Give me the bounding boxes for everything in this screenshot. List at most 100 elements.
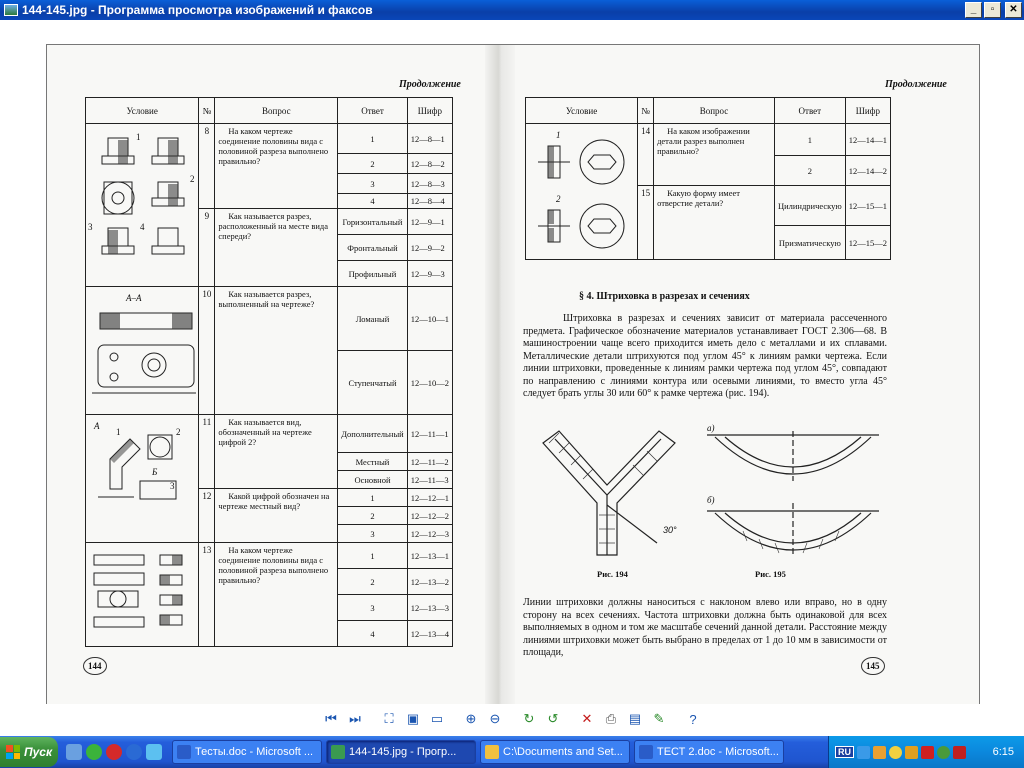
table-header: Условие № Вопрос Ответ Шифр — [524, 97, 892, 124]
rotate-cw-icon[interactable]: ↻ — [519, 709, 539, 729]
code-cell: 12—8—3 — [406, 173, 454, 194]
tray-app-icon[interactable] — [889, 745, 902, 759]
code-cell: 12—15—1 — [844, 185, 892, 226]
edit-icon[interactable]: ✎ — [649, 709, 669, 729]
answer-cell: 3 — [337, 524, 408, 543]
right-page: Продолжение Условие № Вопрос Ответ Шифр — [507, 45, 979, 719]
language-indicator[interactable]: RU — [835, 746, 854, 758]
code-cell: 12—8—2 — [406, 153, 454, 174]
answer-cell: Местный — [337, 452, 408, 471]
slideshow-icon[interactable]: ▭ — [427, 709, 447, 729]
opera-icon[interactable] — [106, 744, 122, 760]
section-title: § 4. Штриховка в разрезах и сечениях — [579, 291, 750, 302]
minimize-button[interactable]: _ — [965, 2, 982, 18]
browser-icon[interactable] — [66, 744, 82, 760]
antivirus-icon[interactable] — [921, 745, 934, 759]
figure-194 — [542, 430, 676, 556]
paragraph-text: Линии штриховки должны наноситься с накл… — [523, 597, 887, 658]
answer-cell: Призматическую — [773, 225, 846, 260]
question-text: На каком чертеже соединение половины вид… — [214, 123, 339, 209]
image-view-area[interactable]: Продолжение Условие № Вопрос Ответ Шифр — [0, 20, 1024, 720]
taskbar-item[interactable]: ТЕСТ 2.doc - Microsoft... — [634, 740, 784, 764]
best-fit-icon[interactable]: ⛶ — [379, 709, 399, 729]
question-text: Как называется разрез, расположенный на … — [214, 208, 339, 287]
figure-195a — [707, 431, 879, 481]
continuation-label: Продолжение — [885, 79, 947, 90]
taskbar-item[interactable]: 144-145.jpg - Прогр... — [326, 740, 476, 764]
sketch-number: 3 — [170, 481, 175, 491]
view-label: Б — [152, 467, 158, 477]
word-icon — [177, 745, 191, 759]
security-icon[interactable] — [953, 745, 966, 759]
tray-app-icon[interactable] — [905, 745, 918, 759]
sketch-number: 3 — [88, 222, 93, 232]
angle-label: 30° — [663, 525, 677, 535]
save-icon[interactable]: ▤ — [625, 709, 645, 729]
rotate-ccw-icon[interactable]: ↺ — [543, 709, 563, 729]
sketch-number: 2 — [556, 194, 561, 204]
questions-table: Условие № Вопрос Ответ Шифр 1 2 3 4 8 На… — [84, 97, 454, 647]
figure-caption: Рис. 195 — [755, 569, 786, 579]
question-text: Как называется разрез, выполненный на че… — [214, 286, 339, 415]
answer-cell: 3 — [337, 594, 408, 621]
code-cell: 12—9—2 — [406, 234, 454, 261]
code-cell: 12—11—1 — [406, 414, 454, 453]
print-icon[interactable]: ⎙ — [601, 709, 621, 729]
condition-cell: А–А — [84, 286, 200, 415]
left-page: Продолжение Условие № Вопрос Ответ Шифр — [47, 45, 492, 719]
sketch-number: 1 — [136, 132, 141, 142]
taskbar-item[interactable]: Тесты.doc - Microsoft ... — [172, 740, 322, 764]
page-number: 144 — [83, 657, 107, 675]
section-drawing — [92, 312, 196, 394]
tray-app-icon[interactable] — [937, 745, 950, 759]
header-code: Шифр — [406, 97, 454, 124]
code-cell: 12—8—4 — [406, 193, 454, 209]
sketch-number: 1 — [116, 427, 121, 437]
clock[interactable]: 6:15 — [993, 746, 1014, 758]
answer-cell: Основной — [337, 470, 408, 489]
delete-icon[interactable]: ✕ — [577, 709, 597, 729]
code-cell: 12—15—2 — [844, 225, 892, 260]
header-code: Шифр — [844, 97, 892, 124]
page-number: 145 — [861, 657, 885, 675]
code-cell: 12—13—3 — [406, 594, 454, 621]
half-section-drawing — [93, 554, 183, 628]
speaker-icon[interactable] — [873, 745, 886, 759]
ie-icon[interactable] — [146, 744, 162, 760]
body-paragraph: Штриховка в разрезах и сечениях зависит … — [523, 313, 887, 401]
header-answer: Ответ — [337, 97, 408, 124]
window-titlebar[interactable]: 144-145.jpg - Программа просмотра изобра… — [0, 0, 1024, 20]
answer-cell: 2 — [337, 153, 408, 174]
code-cell: 12—13—4 — [406, 620, 454, 647]
answer-cell: 4 — [337, 620, 408, 647]
code-cell: 12—12—1 — [406, 488, 454, 507]
taskbar-item[interactable]: C:\Documents and Set... — [480, 740, 630, 764]
next-image-icon[interactable]: ⏭ — [345, 709, 365, 729]
maximize-button[interactable]: ▫ — [984, 2, 1001, 18]
help-icon[interactable]: ? — [683, 709, 703, 729]
body-paragraph: Линии штриховки должны наноситься с накл… — [523, 597, 887, 660]
messenger-icon[interactable] — [86, 744, 102, 760]
questions-table: Условие № Вопрос Ответ Шифр 1 2 14 На ка… — [524, 97, 892, 260]
code-cell: 12—9—1 — [406, 208, 454, 235]
actual-size-icon[interactable]: ▣ — [403, 709, 423, 729]
zoom-in-icon[interactable]: ⊕ — [461, 709, 481, 729]
zoom-out-icon[interactable]: ⊖ — [485, 709, 505, 729]
start-button[interactable]: Пуск — [0, 737, 58, 767]
close-button[interactable]: ✕ — [1005, 2, 1022, 18]
pipe-drawing — [98, 434, 177, 500]
system-tray: RU 6:15 — [828, 736, 1024, 768]
prev-image-icon[interactable]: ⏮ — [321, 709, 341, 729]
taskbar-item-label: ТЕСТ 2.doc - Microsoft... — [657, 746, 779, 758]
figure-caption: Рис. 194 — [597, 569, 628, 579]
taskbar: Пуск Тесты.doc - Microsoft ... 144-145.j… — [0, 736, 1024, 768]
sketch-number: 4 — [140, 222, 145, 232]
code-cell: 12—9—3 — [406, 260, 454, 287]
answer-cell: Горизонтальный — [337, 208, 408, 235]
network-icon[interactable] — [857, 745, 870, 759]
figure-195b — [707, 503, 879, 557]
code-cell: 12—10—2 — [406, 350, 454, 415]
media-player-icon[interactable] — [126, 744, 142, 760]
condition-cell: 1 2 — [524, 123, 639, 260]
hexagon-drawing — [538, 139, 625, 249]
